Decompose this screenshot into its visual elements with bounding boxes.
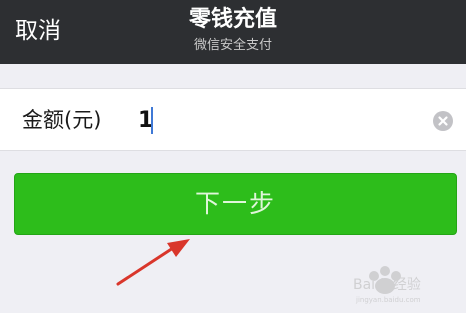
wechat-change-topup-screen: 取消 零钱充值 微信安全支付 金额(元) 下一步 Baidu经验 jingyan…	[0, 0, 466, 313]
text-cursor	[151, 107, 153, 134]
amount-input-row: 金额(元)	[0, 88, 466, 151]
watermark-url: jingyan.baidu.com	[355, 296, 421, 304]
clear-x-glyph	[438, 116, 448, 126]
title-area: 零钱充值 微信安全支付	[0, 6, 466, 55]
navigation-bar: 取消 零钱充值 微信安全支付	[0, 0, 466, 64]
watermark-text: Baidu经验	[353, 277, 421, 293]
page-subtitle: 微信安全支付	[193, 38, 272, 53]
amount-label: 金额(元)	[22, 108, 102, 132]
baidu-jingyan-watermark: Baidu经验 jingyan.baidu.com	[353, 266, 421, 304]
red-arrow-icon	[116, 239, 190, 286]
page-title: 零钱充值	[188, 7, 277, 32]
next-step-button[interactable]: 下一步	[14, 173, 457, 235]
amount-field[interactable]	[138, 103, 408, 137]
clear-circle-icon[interactable]	[433, 111, 453, 131]
